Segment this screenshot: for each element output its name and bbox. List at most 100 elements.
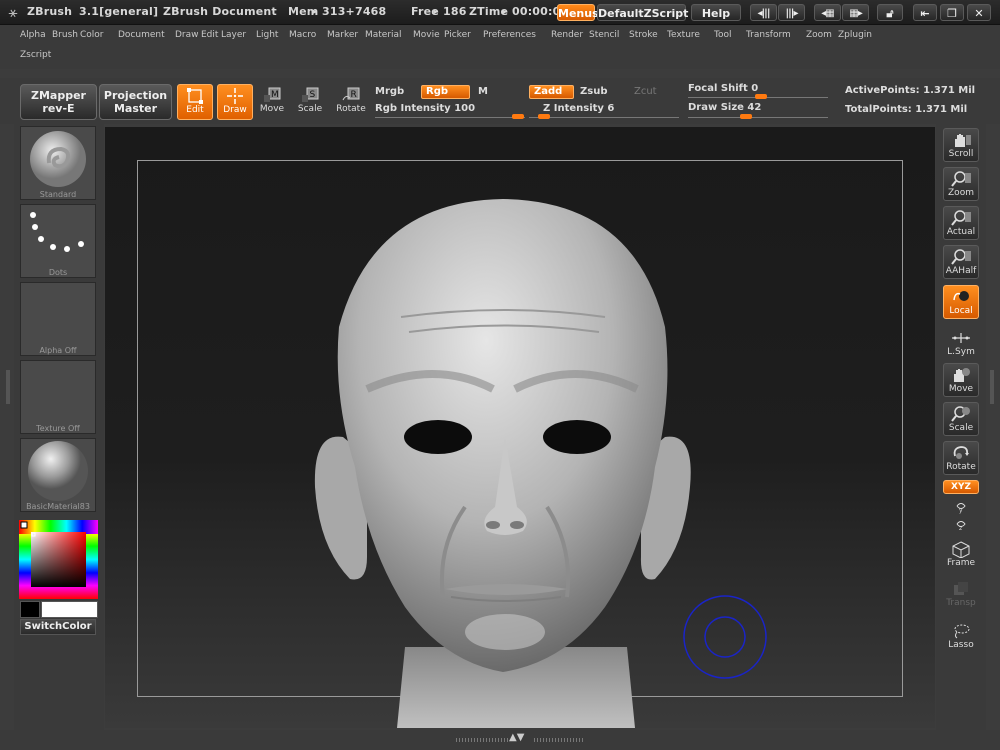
menu-item-macro[interactable]: Macro [289, 30, 327, 40]
m-toggle[interactable]: M [478, 86, 488, 97]
restore-icon[interactable]: ❐ [940, 4, 964, 21]
menu-item-picker[interactable]: Picker [444, 30, 483, 40]
z-intensity-slider[interactable]: Z Intensity 6 [543, 103, 614, 114]
minimize-icon[interactable]: ⇤ [913, 4, 937, 21]
draw-size-slider[interactable]: Draw Size 42 [688, 102, 761, 113]
tray-left-icon[interactable]: ◂||| [750, 4, 777, 21]
menu-item-stencil[interactable]: Stencil [589, 30, 629, 40]
menu-item-layer[interactable]: Layer [221, 30, 256, 40]
bottom-tray-grip[interactable] [456, 738, 508, 742]
projection-master-button[interactable]: Projection Master [99, 84, 172, 120]
move-button[interactable]: Move [943, 363, 979, 397]
menu-item-zplugin[interactable]: Zplugin [838, 30, 874, 40]
layout-right-icon[interactable]: ▦▸ [842, 4, 869, 21]
transp-button[interactable]: Transp [943, 578, 979, 612]
rgb-toggle[interactable]: Rgb [421, 85, 470, 99]
zsub-toggle[interactable]: Zsub [580, 86, 607, 97]
main-color-swatch[interactable] [41, 601, 98, 618]
move-label: Move [259, 104, 285, 114]
aahalf-button[interactable]: AAHalf [943, 245, 979, 279]
projection-sub-label: Master [113, 102, 158, 115]
brush-selector[interactable]: Standard [20, 126, 96, 200]
focal-shift-slider[interactable]: Focal Shift 0 [688, 83, 758, 94]
menu-item-tool[interactable]: Tool [714, 30, 746, 40]
z-intensity-knob[interactable] [538, 114, 550, 119]
scale-mode-button[interactable]: S Scale [292, 84, 328, 120]
rotate-button[interactable]: Rotate [943, 441, 979, 475]
z-intensity-track[interactable] [529, 117, 679, 118]
document-canvas[interactable] [105, 127, 935, 728]
menu-item-movie[interactable]: Movie [413, 30, 444, 40]
focal-shift-knob[interactable] [755, 94, 767, 99]
left-tray-handle[interactable] [6, 370, 10, 404]
lasso-label: Lasso [948, 640, 974, 650]
menu-item-document[interactable]: Document [118, 30, 175, 40]
edit-mode-button[interactable]: Edit [177, 84, 213, 120]
secondary-color-swatch[interactable] [20, 601, 40, 618]
rotate-arrows-icon [953, 446, 969, 459]
sculpted-head-model [314, 199, 767, 728]
rgb-intensity-track[interactable] [375, 117, 525, 118]
color-picker[interactable] [19, 520, 98, 599]
ztime-arrow-icon: ▸ [503, 7, 508, 16]
move-mode-button[interactable]: M Move [254, 84, 290, 120]
texture-selector[interactable]: Texture Off [20, 360, 96, 434]
menus-button[interactable]: Menus [557, 4, 599, 21]
mrgb-toggle[interactable]: Mrgb [375, 86, 404, 97]
lsym-icon [952, 333, 970, 343]
lasso-button[interactable]: Lasso [943, 620, 979, 654]
rgb-intensity-slider[interactable]: Rgb Intensity 100 [375, 103, 475, 114]
help-button[interactable]: Help [691, 4, 741, 21]
xyz-rotation-toggle[interactable]: XYZ [943, 480, 979, 494]
stroke-selector[interactable]: Dots [20, 204, 96, 278]
menu-item-transform[interactable]: Transform [746, 30, 806, 40]
draw-size-track[interactable] [688, 117, 828, 118]
dots-stroke-icon [30, 212, 84, 252]
menu-item-light[interactable]: Light [256, 30, 289, 40]
menu-item-draw[interactable]: Draw [175, 30, 201, 40]
menu-item-marker[interactable]: Marker [327, 30, 365, 40]
alpha-label: Alpha Off [39, 346, 77, 355]
draw-size-knob[interactable] [740, 114, 752, 119]
menu-item-edit[interactable]: Edit [201, 30, 221, 40]
right-tray-handle[interactable] [990, 370, 994, 404]
local-button[interactable]: Local [943, 285, 979, 319]
app-name: ZBrush [27, 5, 73, 18]
y-rotation-toggle[interactable]: y [943, 498, 979, 514]
z-rotation-toggle[interactable]: z [943, 516, 979, 532]
material-selector[interactable]: BasicMaterial83 [20, 438, 96, 512]
menu-item-alpha[interactable]: Alpha [20, 30, 52, 40]
menu-item-stroke[interactable]: Stroke [629, 30, 667, 40]
menu-item-texture[interactable]: Texture [667, 30, 714, 40]
close-icon[interactable]: ✕ [967, 4, 991, 21]
tray-right-icon[interactable]: |||▸ [778, 4, 805, 21]
lock-icon[interactable]: 🔓︎ [877, 4, 903, 21]
lsym-button[interactable]: L.Sym [943, 327, 979, 361]
menu-item-zoom[interactable]: Zoom [806, 30, 838, 40]
menu-item-color[interactable]: Color [80, 30, 118, 40]
zoom-button[interactable]: Zoom [943, 167, 979, 201]
rotate-mode-button[interactable]: R Rotate [333, 84, 369, 120]
menu-item-render[interactable]: Render [551, 30, 589, 40]
actual-button[interactable]: Actual [943, 206, 979, 240]
layout-left-icon[interactable]: ◂▦ [814, 4, 841, 21]
menu-item-zscript[interactable]: Zscript [20, 50, 51, 60]
zcut-toggle[interactable]: Zcut [634, 86, 657, 97]
menu-item-brush[interactable]: Brush [52, 30, 80, 40]
menu-item-material[interactable]: Material [365, 30, 413, 40]
menu-item-preferences[interactable]: Preferences [483, 30, 551, 40]
bottom-tray-grip-right[interactable] [534, 738, 584, 742]
rgb-intensity-knob[interactable] [512, 114, 524, 119]
scroll-button[interactable]: Scroll [943, 128, 979, 162]
draw-mode-button[interactable]: Draw [217, 84, 253, 120]
default-zscript-button[interactable]: DefaultZScript [597, 4, 688, 21]
switch-color-button[interactable]: SwitchColor [20, 619, 96, 635]
tray-toggle-arrows-icon[interactable]: ▲▼ [509, 732, 524, 743]
focal-shift-label: Focal Shift [688, 83, 748, 94]
alpha-selector[interactable]: Alpha Off [20, 282, 96, 356]
zadd-toggle[interactable]: Zadd [529, 85, 574, 99]
scale-button[interactable]: Scale [943, 402, 979, 436]
frame-button[interactable]: Frame [943, 538, 979, 572]
projection-label: Projection [103, 89, 168, 102]
zmapper-button[interactable]: ZMapper rev-E [20, 84, 97, 120]
